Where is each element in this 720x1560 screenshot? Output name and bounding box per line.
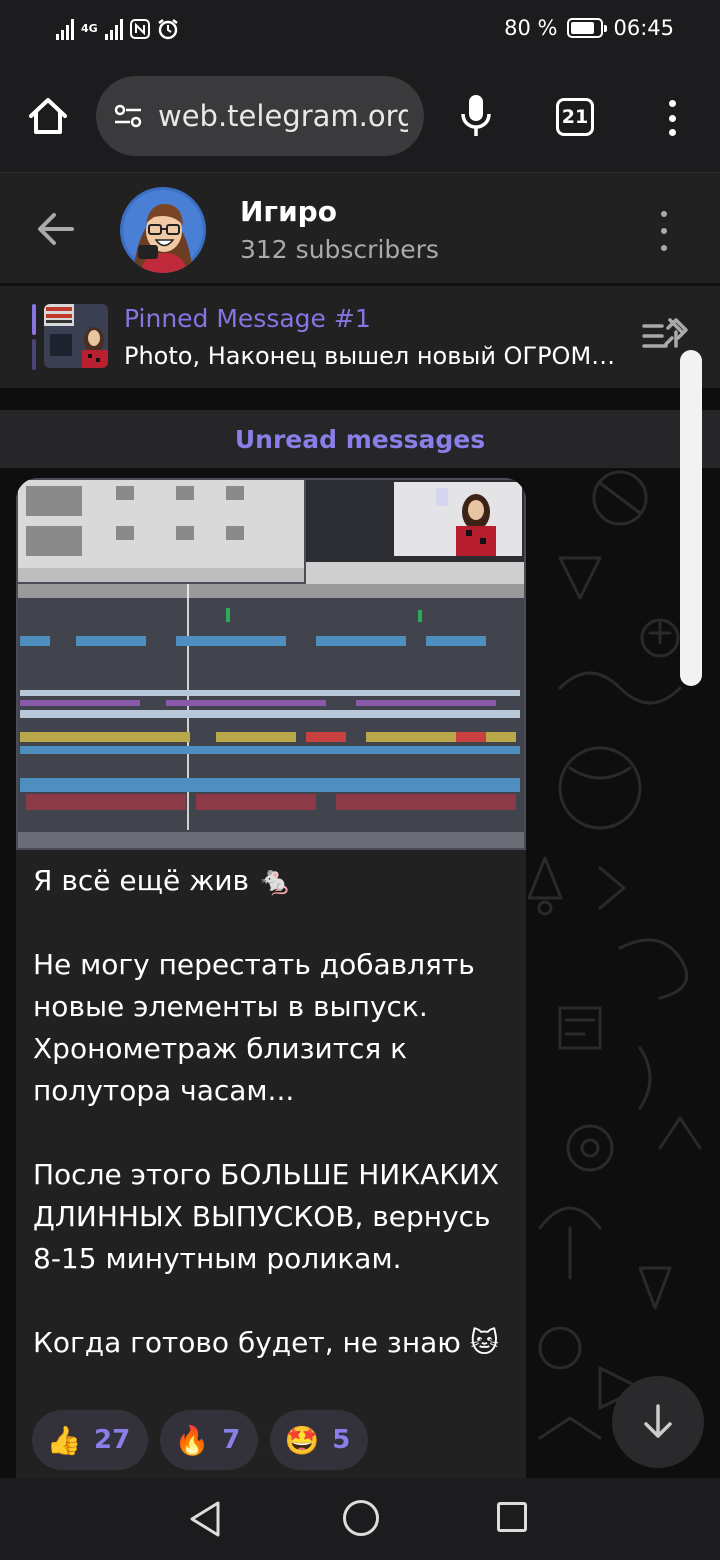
reaction-count: 27 [94,1425,131,1455]
chat-area[interactable]: Unread messages Я всё ещё жив 🐁 Не могу … [0,388,720,1478]
back-button[interactable] [34,209,78,249]
home-icon [29,98,67,134]
triangle-back-icon [190,1501,220,1537]
microphone-icon [461,95,491,136]
channel-header[interactable]: Игиро 312 subscribers [0,172,720,284]
nav-home-button[interactable] [343,1500,379,1536]
home-button[interactable] [26,94,70,138]
subscriber-count: 312 subscribers [240,235,439,264]
pinned-indicator [32,304,36,370]
reaction-fire[interactable]: 🔥 7 [160,1410,259,1470]
channel-title: Игиро [240,195,337,228]
network-type: 4G [81,22,98,35]
address-bar[interactable]: web.telegram.org [96,76,424,156]
message-text: Я всё ещё жив 🐁 Не могу перестать добавл… [33,864,500,1359]
status-right: 80 % 06:45 [504,16,674,40]
page-scrollbar[interactable] [680,350,702,686]
pin-list-icon [642,318,688,348]
fire-icon: 🔥 [174,1423,210,1457]
system-nav-bar [0,1478,720,1560]
clock: 06:45 [613,16,674,40]
nfc-icon [129,18,151,40]
scroll-to-bottom-button[interactable] [612,1376,704,1468]
message-bubble[interactable]: Я всё ещё жив 🐁 Не могу перестать добавл… [16,478,526,1478]
battery-percent: 80 % [504,16,558,40]
url-text: web.telegram.org [158,99,408,133]
reaction-count: 7 [222,1425,241,1455]
pinned-message-bar[interactable]: Pinned Message #1 Photo, Наконец вышел н… [0,286,720,388]
channel-avatar[interactable] [120,187,206,273]
browser-toolbar: web.telegram.org 21 [0,64,720,172]
reaction-thumbs-up[interactable]: 👍 27 [32,1410,149,1470]
browser-menu-button[interactable] [660,96,684,140]
status-left: 4G [56,18,179,40]
arrow-left-icon [38,213,74,245]
signal-icon [56,18,74,40]
battery-icon [567,18,608,38]
tab-switcher-button[interactable]: 21 [556,98,594,136]
reaction-star-struck[interactable]: 🤩 5 [270,1410,369,1470]
status-bar: 4G 80 % 06:45 [0,0,720,64]
pinned-preview: Photo, Наконец вышел новый ОГРОМНЫЙ выпу… [124,342,616,370]
pinned-title: Pinned Message #1 [124,304,371,333]
voice-search-button[interactable] [456,92,496,140]
unread-messages-divider: Unread messages [0,410,720,468]
arrow-down-icon [644,1404,672,1438]
channel-menu-button[interactable] [652,211,676,251]
signal-icon-2 [104,18,123,40]
site-settings-icon[interactable] [112,100,144,132]
nav-back-button[interactable] [188,1500,222,1538]
pinned-list-button[interactable] [640,314,688,358]
thumbs-up-icon: 👍 [46,1423,82,1457]
nav-recents-button[interactable] [497,1502,527,1532]
pinned-thumbnail [44,304,108,368]
reactions-row: 👍 27 🔥 7 🤩 5 [32,1410,369,1470]
reaction-count: 5 [332,1425,351,1455]
alarm-icon [157,18,179,40]
message-photo[interactable] [16,478,526,850]
star-struck-icon: 🤩 [284,1423,320,1457]
